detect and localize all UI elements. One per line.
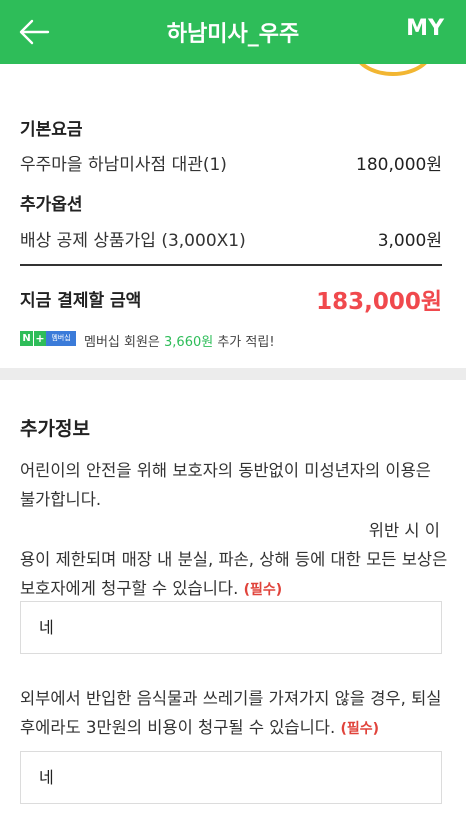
question-2-required: (필수) [340,721,380,737]
membership-badge-text: 멤버십 [46,331,76,346]
total-label: 지금 결제할 금액 [20,291,142,311]
base-fee-price: 180,000원 [356,155,442,175]
question-1-line-1: 어린이의 안전을 위해 보호자의 동반없이 미성년자의 이용은 불가합니다. [20,461,431,509]
option-price: 3,000원 [377,231,442,251]
membership-note-prefix: 멤버십 회원은 [84,335,165,350]
extra-info-title: 추가정보 [20,418,90,440]
question-1-line-3: 용이 제한되며 매장 내 분실, 파손, 상해 등에 대한 모든 보상은 보호자… [20,550,448,598]
page-title: 하남미사_우주 [166,22,300,47]
total-divider [20,264,442,266]
membership-note-suffix: 추가 적립! [213,335,275,350]
plus-icon: + [33,331,46,346]
base-fee-label: 기본요금 [20,120,83,140]
membership-points: 3,660원 [164,335,214,350]
my-page-button[interactable]: MY [406,16,444,41]
naver-n-icon: N [20,331,33,346]
options-label: 추가옵션 [20,195,83,215]
naver-membership-badge: N + 멤버십 [20,331,76,346]
question-1-required: (필수) [243,582,283,598]
question-1-answer-field[interactable]: 네 [20,601,442,654]
question-1-text: 어린이의 안전을 위해 보호자의 동반없이 미성년자의 이용은 불가합니다. 위… [20,456,450,605]
question-2-answer-field[interactable]: 네 [20,751,442,804]
app-header: 하남미사_우주 MY [0,0,466,64]
section-separator [0,368,466,380]
membership-note: 멤버십 회원은 3,660원 추가 적립! [84,331,275,350]
question-1-line-2: 위반 시 이 [368,521,440,540]
option-item: 배상 공제 상품가입 (3,000X1) [20,231,246,251]
question-2-text: 외부에서 반입한 음식물과 쓰레기를 가져가지 않을 경우, 퇴실후에라도 3만… [20,684,450,744]
total-amount: 183,000원 [316,289,442,315]
base-fee-item: 우주마을 하남미사점 대관(1) [20,155,227,175]
